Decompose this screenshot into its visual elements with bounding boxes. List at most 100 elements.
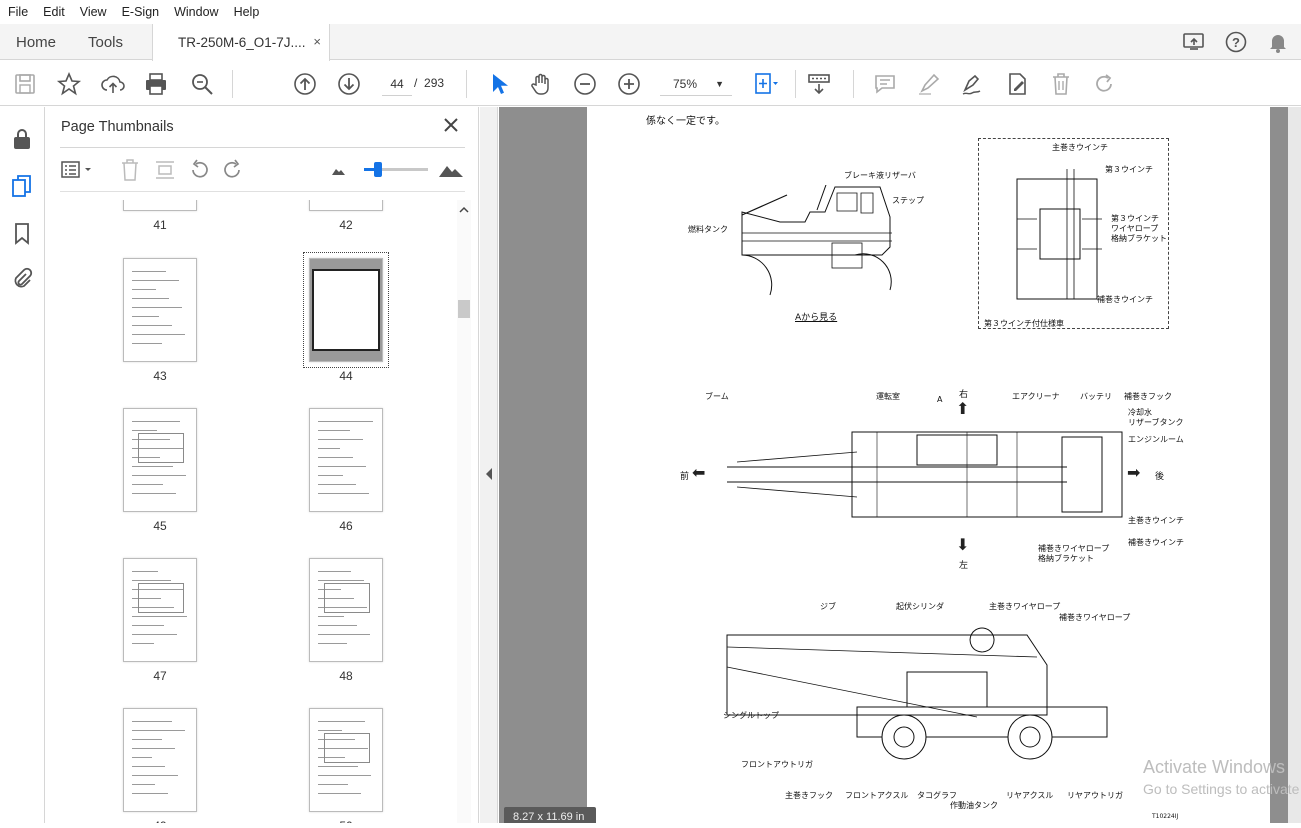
upload-cloud-icon[interactable] (100, 71, 126, 97)
thumbnail-text-line (132, 571, 158, 572)
zoom-level-select[interactable]: 75% ▼ (660, 72, 732, 96)
previous-page-icon[interactable] (292, 71, 318, 97)
highlight-pen-icon[interactable] (916, 71, 942, 97)
fill-sign-icon[interactable] (1004, 71, 1030, 97)
slider-thumb[interactable] (374, 162, 382, 177)
thumbnail-text-line (132, 739, 162, 740)
redo-icon[interactable] (1092, 71, 1118, 97)
thumbnail-text-line (132, 325, 172, 326)
panel-collapse-handle[interactable] (480, 107, 498, 823)
select-cursor-icon[interactable] (486, 71, 512, 97)
page-thumbnail[interactable] (309, 408, 383, 512)
label-single-top: シングルトップ (723, 711, 779, 720)
page-thumbnail[interactable] (309, 708, 383, 812)
menu-file[interactable]: File (0, 5, 35, 19)
page-thumbnail[interactable] (309, 558, 383, 662)
thumbnail-options-icon[interactable] (60, 157, 96, 183)
thumbnail-text-line (132, 757, 152, 758)
save-icon[interactable] (12, 71, 38, 97)
label-fuel-tank: 燃料タンク (688, 225, 728, 234)
page-thumbnail[interactable] (123, 558, 197, 662)
thumbnail-scrollbar[interactable] (457, 200, 471, 823)
document-scrollbar[interactable] (1288, 107, 1301, 823)
lock-icon[interactable] (10, 127, 34, 151)
thumbnail-text-line (132, 748, 175, 749)
label-third-winch-caption: 第３ウインチ付仕様車 (984, 319, 1064, 328)
thumbnail-text-line (132, 271, 166, 272)
attachments-paperclip-icon[interactable] (10, 267, 34, 291)
label-engine-room: エンジンルーム (1128, 435, 1184, 444)
thumbnail-text-line (318, 730, 342, 731)
tab-tools[interactable]: Tools (88, 24, 123, 60)
share-screen-icon[interactable] (1182, 30, 1206, 54)
delete-icon[interactable] (1048, 71, 1074, 97)
page-text-top: 係なく一定です。 (646, 116, 725, 127)
close-icon[interactable] (443, 117, 459, 133)
thumbnail-text-line (318, 634, 370, 635)
page-thumbnail[interactable] (123, 200, 197, 211)
page-thumbnail[interactable] (309, 200, 383, 211)
tab-home[interactable]: Home (16, 24, 56, 60)
menu-bar: File Edit View E-Sign Window Help (0, 0, 1301, 24)
comment-icon[interactable] (872, 71, 898, 97)
crane-top-view-drawing (727, 431, 1123, 518)
selected-thumbnail-frame (312, 269, 380, 351)
hand-tool-icon[interactable] (528, 71, 554, 97)
label-front-axle: フロントアクスル (845, 791, 909, 800)
scroll-mode-icon[interactable] (806, 71, 832, 97)
page-number-input[interactable]: 44 (382, 72, 412, 96)
rotate-right-icon[interactable] (220, 157, 246, 183)
thumbnail-text-line (318, 439, 363, 440)
thumbnail-text-line (132, 580, 171, 581)
page-thumbnail[interactable] (123, 708, 197, 812)
delete-page-icon[interactable] (117, 157, 143, 183)
menu-view[interactable]: View (72, 5, 114, 19)
thumbnail-text-line (132, 475, 186, 476)
zoom-in-icon[interactable] (616, 71, 642, 97)
thumbnail-text-line (132, 316, 159, 317)
menu-esign[interactable]: E-Sign (114, 5, 167, 19)
bookmarks-icon[interactable] (10, 221, 34, 245)
page-thumbnails-icon[interactable] (10, 174, 34, 198)
label-aux-winch-1: 補巻きウインチ (1097, 295, 1153, 304)
tab-close-icon[interactable]: × (313, 34, 321, 49)
label-a: A (937, 395, 943, 404)
notification-bell-icon[interactable] (1266, 30, 1290, 54)
menu-edit[interactable]: Edit (35, 5, 72, 19)
thumbnail-text-line (318, 643, 347, 644)
page-thumbnail[interactable] (123, 258, 197, 362)
large-mountain-icon[interactable] (438, 157, 464, 183)
fit-page-icon[interactable] (752, 71, 778, 97)
menu-help[interactable]: Help (226, 5, 267, 19)
thumbnail-text-line (318, 571, 351, 572)
next-page-icon[interactable] (336, 71, 362, 97)
zoom-level-value: 75% (673, 77, 698, 91)
rotate-left-icon[interactable] (186, 157, 212, 183)
zoom-out-icon[interactable] (572, 71, 598, 97)
print-icon[interactable] (143, 71, 169, 97)
thumbnail-text-line (318, 793, 361, 794)
small-mountain-icon[interactable] (326, 157, 352, 183)
arrow-right-icon: ➡ (1127, 465, 1141, 482)
thumbnail-page-number: 44 (339, 369, 353, 383)
menu-window[interactable]: Window (166, 5, 225, 19)
tab-document[interactable]: TR-250M-6_O1-7J.... × (152, 24, 330, 61)
thumbnail-list: 41 42 43 44 45 46 47 48 49 50 (46, 200, 456, 823)
page-thumbnail[interactable] (123, 408, 197, 512)
help-icon[interactable]: ? (1224, 30, 1248, 54)
draw-pen-icon[interactable] (960, 71, 986, 97)
bookmark-star-icon[interactable] (56, 71, 82, 97)
crane-side-view-drawing (741, 185, 892, 296)
thumbnail-figure (138, 583, 184, 613)
thumbnail-text-line (132, 793, 168, 794)
label-battery: バッテリ (1080, 392, 1112, 401)
zoom-search-icon[interactable] (189, 71, 215, 97)
windows-activation-watermark-sub: Go to Settings to activate Windows. (1143, 781, 1301, 797)
thumbnail-text-line (132, 616, 187, 617)
thumbnail-text-line (132, 289, 156, 290)
label-third-rope-3: 格納ブラケット (1111, 234, 1167, 243)
document-viewer[interactable]: 係なく一定です。 ブレーキ液リザーバ ステップ 燃料タンク Aから見る 主巻きウ… (499, 107, 1301, 823)
page-thumbnail[interactable] (309, 258, 383, 362)
extract-page-icon[interactable] (152, 157, 178, 183)
label-left: 左 (959, 561, 969, 571)
